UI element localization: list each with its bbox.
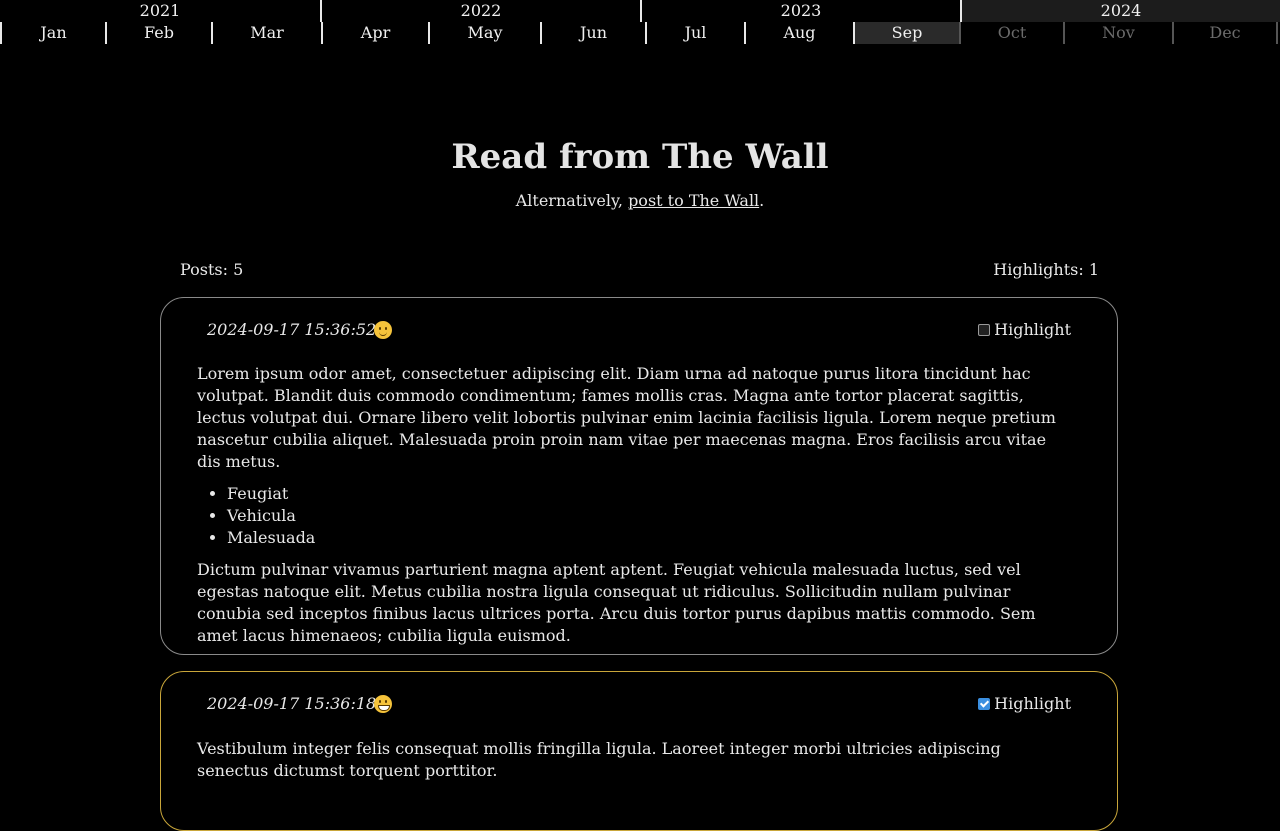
post-to-wall-link[interactable]: post to The Wall — [628, 191, 759, 210]
year-2022[interactable]: 2022 — [320, 0, 640, 22]
posts-count: Posts: 5 — [180, 260, 244, 279]
highlights-count: Highlights: 1 — [993, 260, 1099, 279]
highlight-toggle[interactable]: Highlight — [978, 318, 1071, 342]
month-mar[interactable]: Mar — [211, 22, 321, 44]
highlight-label: Highlight — [994, 694, 1071, 713]
subtitle-suffix: . — [759, 191, 765, 210]
month-jun[interactable]: Jun — [540, 22, 645, 44]
highlight-checkbox-checked[interactable] — [978, 698, 991, 710]
list-item: Malesuada — [227, 527, 1071, 549]
page-subtitle: Alternatively, post to The Wall. — [0, 191, 1280, 210]
post-header: 2024-09-17 15:36:52 Highlight — [207, 318, 1071, 342]
list-item: Vehicula — [227, 505, 1071, 527]
post-timestamp: 2024-09-17 15:36:18 — [207, 694, 377, 713]
month-jul[interactable]: Jul — [645, 22, 744, 44]
month-may[interactable]: May — [428, 22, 540, 44]
post-paragraph: Lorem ipsum odor amet, consectetuer adip… — [197, 364, 1056, 471]
grinning-face-icon — [374, 695, 392, 713]
month-feb[interactable]: Feb — [105, 22, 211, 44]
list-item: Feugiat — [227, 483, 1071, 505]
highlight-toggle[interactable]: Highlight — [978, 692, 1071, 716]
post-list: Feugiat Vehicula Malesuada — [197, 483, 1071, 549]
month-aug[interactable]: Aug — [744, 22, 853, 44]
post-card-highlighted: 2024-09-17 15:36:18 Highlight Vestibulum… — [160, 671, 1118, 831]
page-title: Read from The Wall — [451, 137, 829, 177]
post-paragraph: Dictum pulvinar vivamus parturient magna… — [197, 560, 1036, 645]
month-jan[interactable]: Jan — [0, 22, 105, 44]
slightly-smiling-face-icon — [374, 321, 392, 339]
month-dec: Dec — [1172, 22, 1278, 44]
month-apr[interactable]: Apr — [321, 22, 428, 44]
month-oct: Oct — [959, 22, 1063, 44]
post-header: 2024-09-17 15:36:18 Highlight — [207, 692, 1071, 716]
post-timestamp: 2024-09-17 15:36:52 — [207, 320, 377, 339]
post-body: Vestibulum integer felis consequat molli… — [197, 738, 1071, 782]
month-nov: Nov — [1063, 22, 1172, 44]
highlight-checkbox[interactable] — [978, 324, 991, 336]
year-2021[interactable]: 2021 — [0, 0, 320, 22]
post-card: 2024-09-17 15:36:52 Highlight Lorem ipsu… — [160, 297, 1118, 655]
post-body: Lorem ipsum odor amet, consectetuer adip… — [197, 363, 1071, 647]
subtitle-prefix: Alternatively, — [515, 191, 629, 210]
month-sep[interactable]: Sep — [853, 22, 959, 44]
year-2023[interactable]: 2023 — [640, 0, 960, 22]
month-timeline: Jan Feb Mar Apr May Jun Jul Aug Sep Oct … — [0, 22, 1280, 44]
year-2024[interactable]: 2024 — [960, 0, 1280, 22]
post-paragraph: Vestibulum integer felis consequat molli… — [197, 739, 1001, 780]
year-timeline: 2021 2022 2023 2024 — [0, 0, 1280, 22]
highlight-label: Highlight — [994, 320, 1071, 339]
